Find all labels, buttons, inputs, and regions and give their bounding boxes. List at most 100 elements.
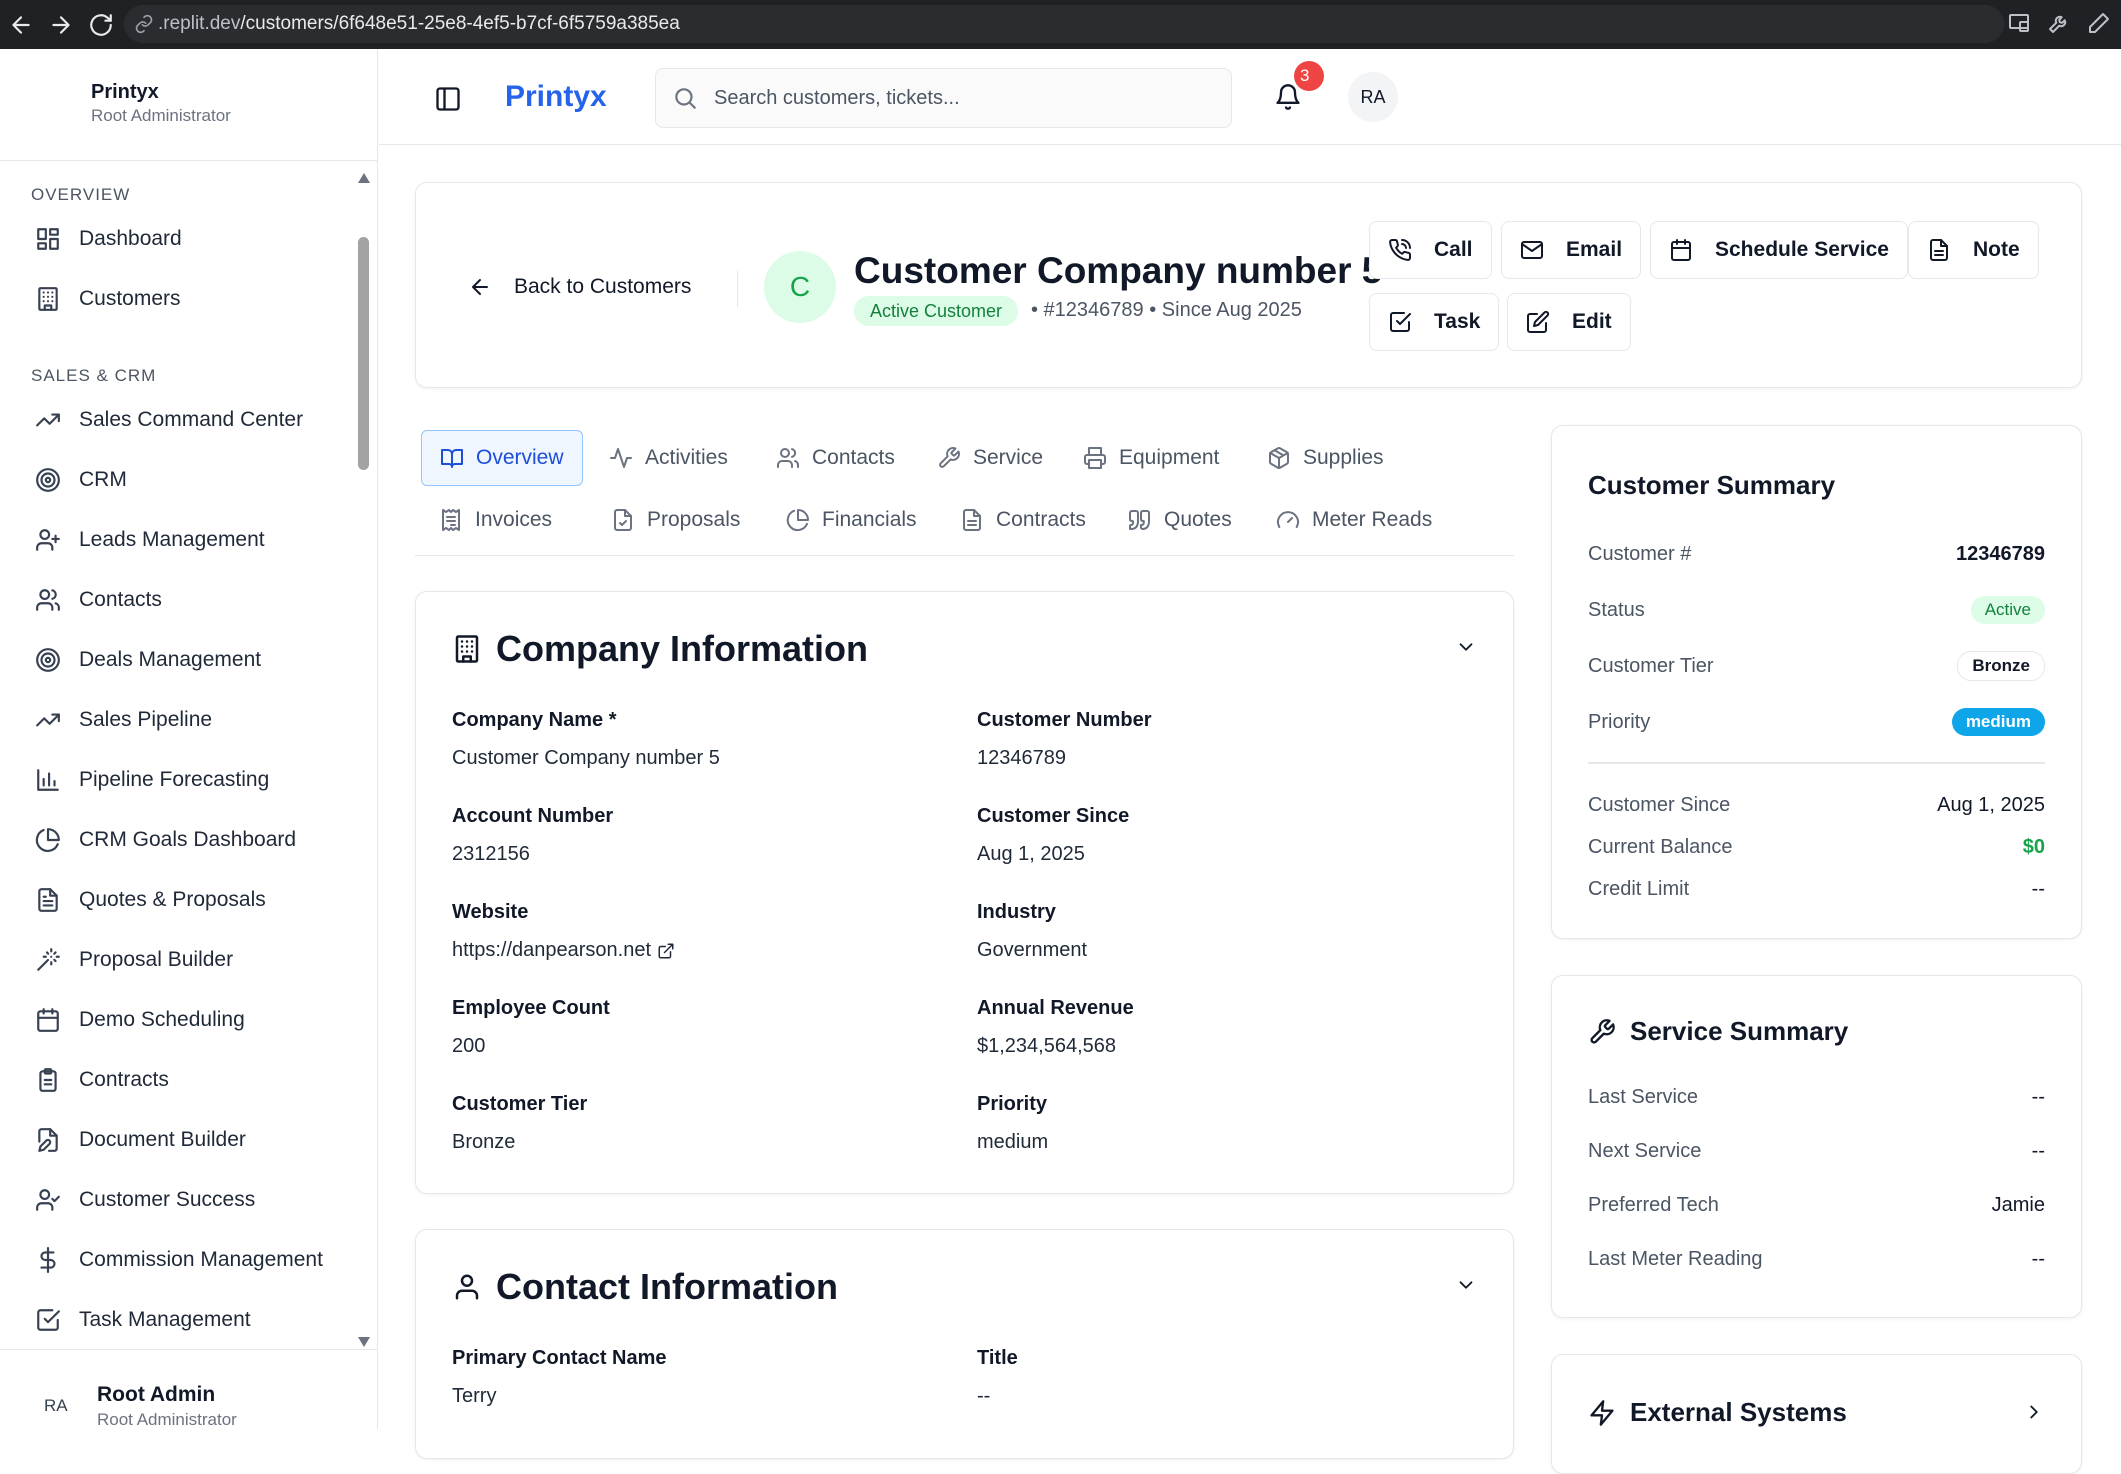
sidebar-item-customers[interactable]: Customers bbox=[0, 269, 377, 329]
sidebar-scrollbar[interactable] bbox=[357, 167, 371, 1353]
section-title: Company Information bbox=[496, 628, 869, 669]
tab-label: Proposals bbox=[647, 508, 741, 531]
back-to-customers-link[interactable]: Back to Customers bbox=[468, 275, 691, 299]
chevron-down-icon[interactable] bbox=[1455, 1274, 1477, 1296]
cast-icon[interactable] bbox=[2007, 11, 2031, 35]
sidebar-toggle-icon[interactable] bbox=[434, 85, 462, 113]
bell-icon[interactable] bbox=[1274, 83, 1302, 111]
bar-chart-icon bbox=[35, 767, 79, 793]
summary-row: Customer Since Aug 1, 2025 bbox=[1588, 790, 2045, 820]
sidebar-item-label: Quotes & Proposals bbox=[79, 888, 266, 911]
sidebar-item-label: Dashboard bbox=[79, 227, 182, 250]
mail-icon bbox=[1520, 238, 1566, 262]
tab-activities[interactable]: Activities bbox=[591, 430, 746, 486]
address-bar[interactable]: .replit.dev/customers/6f648e51-25e8-4ef5… bbox=[124, 5, 2004, 43]
sidebar-item-customer-success[interactable]: Customer Success bbox=[0, 1170, 377, 1230]
tab-quotes[interactable]: Quotes bbox=[1110, 492, 1250, 548]
tab-equipment[interactable]: Equipment bbox=[1065, 430, 1237, 486]
sidebar-item-deals-management[interactable]: Deals Management bbox=[0, 630, 377, 690]
sidebar-item-demo-scheduling[interactable]: Demo Scheduling bbox=[0, 990, 377, 1050]
external-systems-card[interactable]: External Systems bbox=[1551, 1354, 2082, 1474]
scroll-down-icon[interactable] bbox=[358, 1337, 370, 1347]
tools-icon[interactable] bbox=[2047, 11, 2071, 35]
sidebar-item-sales-command-center[interactable]: Sales Command Center bbox=[0, 390, 377, 450]
sidebar-item-label: Customer Success bbox=[79, 1188, 256, 1211]
edit-button[interactable]: Edit bbox=[1507, 293, 1631, 351]
sidebar-brand: Printyx Root Administrator bbox=[0, 49, 377, 161]
note-button[interactable]: Note bbox=[1908, 221, 2039, 279]
sidebar-item-dashboard[interactable]: Dashboard bbox=[0, 209, 377, 269]
chevron-down-icon[interactable] bbox=[1455, 636, 1477, 658]
search-box[interactable] bbox=[655, 68, 1232, 128]
check-square-icon bbox=[35, 1307, 79, 1333]
summary-row: Credit Limit -- bbox=[1588, 874, 2045, 904]
website-link[interactable]: https://danpearson.net bbox=[452, 939, 675, 962]
sidebar-item-sales-pipeline[interactable]: Sales Pipeline bbox=[0, 690, 377, 750]
tab-contracts[interactable]: Contracts bbox=[942, 492, 1104, 548]
avatar[interactable]: RA bbox=[1348, 72, 1398, 122]
forward-arrow-icon[interactable] bbox=[48, 12, 74, 38]
contact-information-title[interactable]: Contact Information bbox=[452, 1266, 838, 1308]
scrollbar-thumb[interactable] bbox=[358, 237, 369, 470]
sidebar-item-task-management[interactable]: Task Management bbox=[0, 1290, 377, 1350]
tab-contacts[interactable]: Contacts bbox=[758, 430, 913, 486]
service-summary-card: Service Summary Last Service -- Next Ser… bbox=[1551, 975, 2082, 1318]
tab-financials[interactable]: Financials bbox=[768, 492, 935, 548]
sidebar-item-document-builder[interactable]: Document Builder bbox=[0, 1110, 377, 1170]
sidebar-item-contracts[interactable]: Contracts bbox=[0, 1050, 377, 1110]
reload-icon[interactable] bbox=[88, 12, 114, 38]
pen-icon[interactable] bbox=[2087, 11, 2111, 35]
sidebar-item-proposal-builder[interactable]: Proposal Builder bbox=[0, 930, 377, 990]
dollar-icon bbox=[35, 1247, 79, 1273]
scroll-up-icon[interactable] bbox=[358, 173, 370, 183]
tab-proposals[interactable]: Proposals bbox=[593, 492, 758, 548]
tab-supplies[interactable]: Supplies bbox=[1249, 430, 1402, 486]
sidebar-item-crm-goals-dashboard[interactable]: CRM Goals Dashboard bbox=[0, 810, 377, 870]
status-badge: Active Customer bbox=[854, 296, 1019, 326]
summary-row: Status Active bbox=[1588, 595, 2045, 625]
row-key: Customer # bbox=[1588, 542, 1692, 565]
file-edit-icon bbox=[35, 1127, 79, 1153]
company-information-title[interactable]: Company Information bbox=[452, 628, 868, 670]
tab-meter-reads[interactable]: Meter Reads bbox=[1258, 492, 1450, 548]
calendar-icon bbox=[35, 1007, 79, 1033]
schedule-service-button[interactable]: Schedule Service bbox=[1650, 221, 1908, 279]
sidebar-item-commission-management[interactable]: Commission Management bbox=[0, 1230, 377, 1290]
back-arrow-icon[interactable] bbox=[8, 12, 34, 38]
file-check-icon bbox=[611, 508, 647, 532]
tab-invoices[interactable]: Invoices bbox=[421, 492, 570, 548]
chevron-right-icon[interactable] bbox=[2023, 1401, 2045, 1423]
contact-information-card: Contact Information Primary Contact Name… bbox=[415, 1229, 1514, 1459]
tab-overview[interactable]: Overview bbox=[421, 430, 583, 486]
row-value: 12346789 bbox=[1956, 542, 2045, 565]
pie-chart-icon bbox=[786, 508, 822, 532]
sidebar-item-leads-management[interactable]: Leads Management bbox=[0, 510, 377, 570]
section-title: External Systems bbox=[1630, 1397, 1847, 1427]
divider bbox=[1588, 762, 2045, 764]
tier-badge: Bronze bbox=[1957, 651, 2045, 681]
sidebar-item-pipeline-forecasting[interactable]: Pipeline Forecasting bbox=[0, 750, 377, 810]
row-key: Current Balance bbox=[1588, 835, 1733, 858]
row-value: -- bbox=[2031, 877, 2045, 900]
zap-icon bbox=[1588, 1399, 1630, 1427]
sidebar-item-contacts[interactable]: Contacts bbox=[0, 570, 377, 630]
edit-icon bbox=[1526, 310, 1572, 334]
app-logo[interactable]: Printyx bbox=[505, 80, 607, 114]
call-button[interactable]: Call bbox=[1369, 221, 1492, 279]
email-label: Email bbox=[1566, 238, 1623, 261]
search-input[interactable] bbox=[714, 86, 1194, 110]
sidebar-user[interactable]: RA Root Admin Root Administrator bbox=[0, 1349, 377, 1429]
email-button[interactable]: Email bbox=[1501, 221, 1642, 279]
service-row: Last Service -- bbox=[1588, 1082, 2045, 1112]
task-button[interactable]: Task bbox=[1369, 293, 1500, 351]
customer-summary-card: Customer Summary Customer # 12346789 Sta… bbox=[1551, 425, 2082, 939]
summary-row: Customer # 12346789 bbox=[1588, 539, 2045, 569]
external-link-icon bbox=[657, 942, 675, 960]
clipboard-icon bbox=[35, 1067, 79, 1093]
sidebar-item-label: Demo Scheduling bbox=[79, 1008, 245, 1031]
sidebar-item-crm[interactable]: CRM bbox=[0, 450, 377, 510]
sidebar-item-quotes-proposals[interactable]: Quotes & Proposals bbox=[0, 870, 377, 930]
sidebar-item-label: Commission Management bbox=[79, 1248, 323, 1271]
tab-label: Financials bbox=[822, 508, 917, 531]
tab-service[interactable]: Service bbox=[919, 430, 1061, 486]
